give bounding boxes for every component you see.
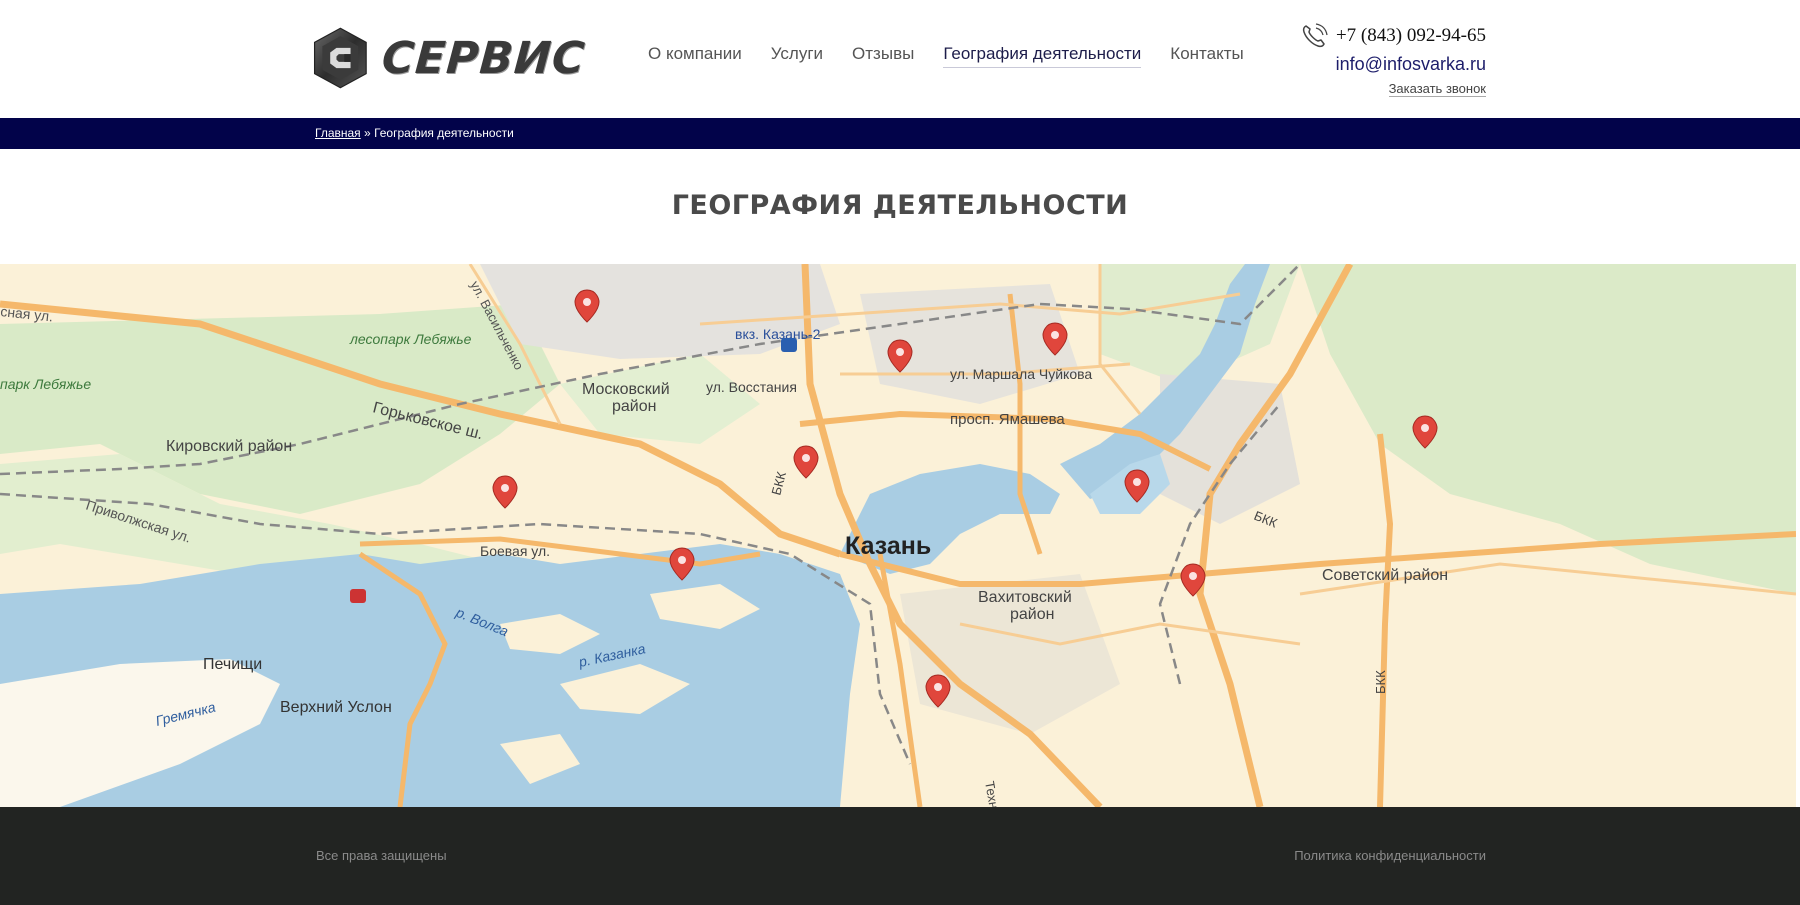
map-label-chuikova: ул. Маршала Чуйкова — [950, 366, 1092, 382]
phone-number[interactable]: +7 (843) 092-94-65 — [1336, 25, 1486, 47]
logo-icon — [313, 27, 367, 89]
metro-p-icon — [350, 589, 366, 603]
map-label-lebyazhye-park: лесопарк Лебяжье — [349, 331, 472, 347]
breadcrumb-current: География деятельности — [374, 126, 514, 140]
logo-text: СЕРВИС — [379, 32, 587, 84]
phone-row: +7 (843) 092-94-65 — [1300, 22, 1486, 50]
copyright-text: Все права защищены — [316, 848, 447, 863]
site-header: СЕРВИС О компании Услуги Отзывы Географи… — [0, 0, 1800, 118]
phone-icon — [1302, 23, 1328, 48]
page-title: ГЕОГРАФИЯ ДЕЯТЕЛЬНОСТИ — [671, 190, 1129, 221]
nav-item-geography[interactable]: География деятельности — [943, 44, 1142, 68]
map-label-verkhny-uslon: Верхний Услон — [280, 699, 392, 716]
map-label-moskovsky: Московский — [582, 381, 670, 398]
map-label-boevaya: Боевая ул. — [480, 543, 550, 559]
map-label-lebyazhye-park2: парк Лебяжье — [0, 376, 91, 392]
breadcrumb-home-link[interactable]: Главная — [315, 126, 361, 140]
nav-item-contacts[interactable]: Контакты — [1170, 44, 1243, 68]
map-label-vakhitovsky-rayon: район — [1010, 606, 1054, 623]
map-label-vosstaniya: ул. Восстания — [706, 379, 797, 395]
railway-station-icon — [781, 338, 797, 352]
map-label-yamasheva: просп. Ямашева — [950, 411, 1065, 428]
map-label-city: Казань — [845, 532, 931, 560]
map-label-sovetsky: Советский район — [1322, 567, 1448, 584]
breadcrumb-bar: Главная » География деятельности — [0, 118, 1800, 149]
map-canvas[interactable]: Казань вкз. Казань-2 лесопарк Лебяжье па… — [0, 264, 1796, 807]
nav-item-services[interactable]: Услуги — [771, 44, 823, 68]
callback-link[interactable]: Заказать звонок — [1388, 81, 1486, 97]
breadcrumb-separator: » — [364, 126, 371, 140]
map-label-moskovsky-rayon: район — [612, 398, 656, 415]
nav-item-about[interactable]: О компании — [648, 44, 742, 68]
map-label-kirovsky: Кировский район — [166, 438, 292, 455]
map-label-pechischi: Печищи — [203, 656, 262, 673]
email-link[interactable]: info@infosvarka.ru — [1300, 54, 1486, 75]
nav-item-reviews[interactable]: Отзывы — [852, 44, 914, 68]
header-contacts: +7 (843) 092-94-65 info@infosvarka.ru За… — [1300, 22, 1486, 98]
map-label-bkk-3: БКК — [1373, 670, 1388, 694]
logo[interactable]: СЕРВИС — [313, 18, 587, 98]
activity-map[interactable]: Казань вкз. Казань-2 лесопарк Лебяжье па… — [0, 264, 1796, 807]
main-nav: О компании Услуги Отзывы География деяте… — [648, 44, 1273, 68]
map-label-vokzal: вкз. Казань-2 — [735, 326, 821, 342]
breadcrumb: Главная » География деятельности — [315, 126, 514, 140]
privacy-policy-link[interactable]: Политика конфиденциальности — [1294, 848, 1486, 863]
map-label-vakhitovsky: Вахитовский — [978, 589, 1072, 606]
site-footer: Все права защищены Политика конфиденциал… — [0, 807, 1800, 905]
